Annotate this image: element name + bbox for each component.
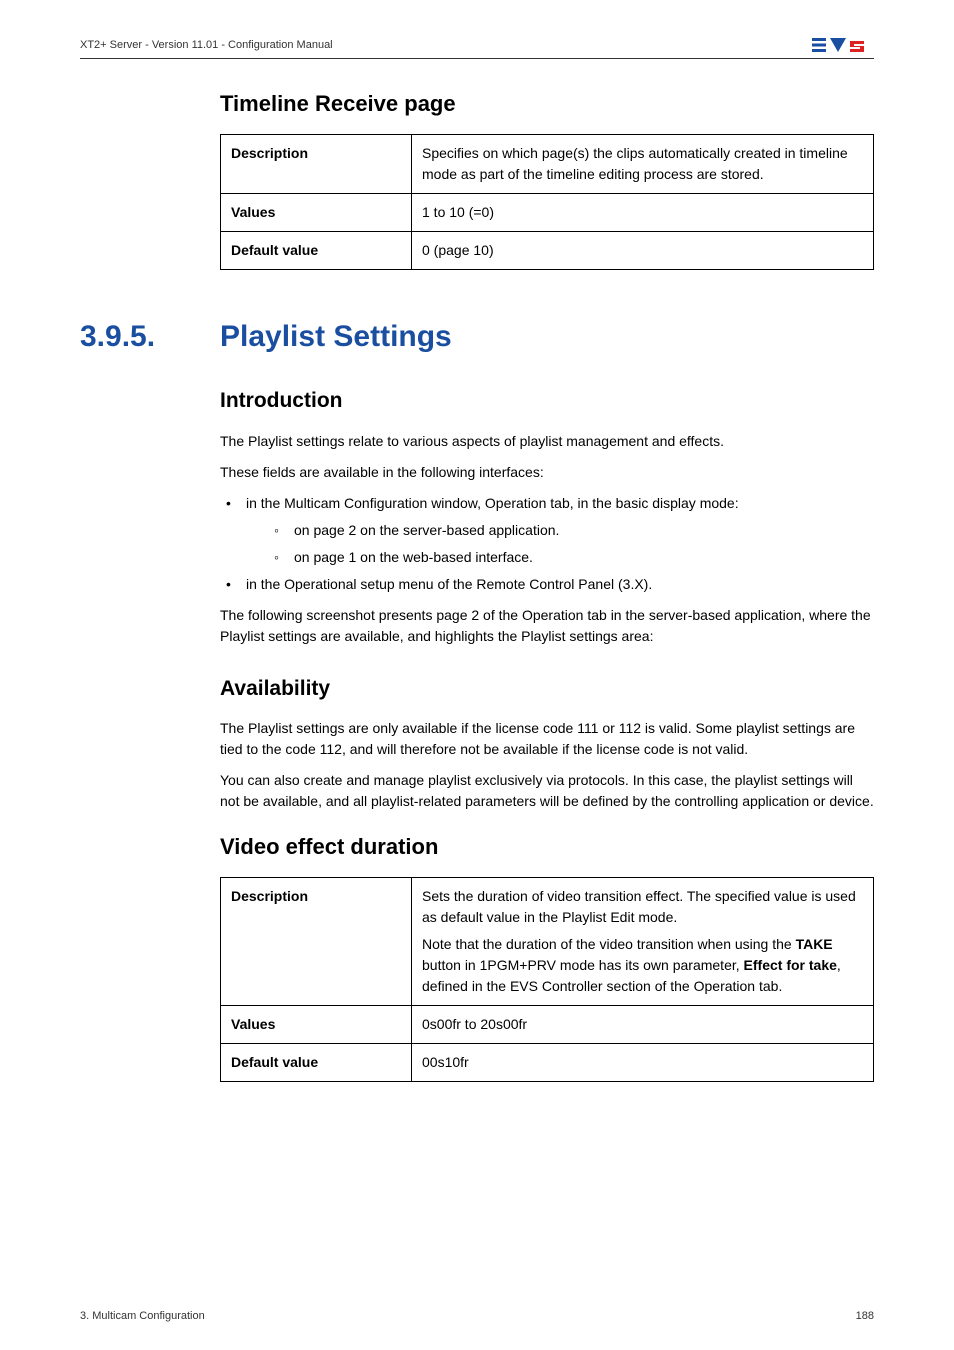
table-key: Values (221, 1006, 412, 1044)
table-row: Default value 0 (page 10) (221, 232, 874, 270)
table-row: Values 0s00fr to 20s00fr (221, 1006, 874, 1044)
availability-paragraph: You can also create and manage playlist … (220, 770, 874, 812)
table-value: Sets the duration of video transition ef… (412, 878, 874, 1006)
table-key: Default value (221, 232, 412, 270)
table-value: 1 to 10 (=0) (412, 194, 874, 232)
table-value: 00s10fr (412, 1044, 874, 1082)
section-title: Playlist Settings (220, 314, 452, 359)
desc-text: button in 1PGM+PRV mode has its own para… (422, 957, 744, 973)
availability-heading: Availability (220, 673, 874, 705)
availability-paragraph: The Playlist settings are only available… (220, 718, 874, 760)
video-effect-duration-heading: Video effect duration (220, 830, 874, 863)
table-row: Default value 00s10fr (221, 1044, 874, 1082)
footer-section: 3. Multicam Configuration (80, 1308, 205, 1325)
desc-bold-effect: Effect for take (744, 957, 837, 973)
list-item: on page 2 on the server-based applicatio… (246, 520, 874, 541)
timeline-receive-heading: Timeline Receive page (220, 87, 874, 120)
table-key: Default value (221, 1044, 412, 1082)
table-key: Description (221, 135, 412, 194)
table-value: Specifies on which page(s) the clips aut… (412, 135, 874, 194)
desc-line: Note that the duration of the video tran… (422, 934, 863, 997)
page-header: XT2+ Server - Version 11.01 - Configurat… (80, 36, 874, 59)
evs-logo (812, 36, 874, 54)
intro-bullet-list: in the Multicam Configuration window, Op… (220, 493, 874, 595)
timeline-receive-table: Description Specifies on which page(s) t… (220, 134, 874, 270)
footer-page-number: 188 (856, 1308, 874, 1325)
desc-bold-take: TAKE (796, 936, 833, 952)
list-item-text: in the Multicam Configuration window, Op… (246, 495, 739, 511)
intro-paragraph: The Playlist settings relate to various … (220, 431, 874, 452)
intro-paragraph: The following screenshot presents page 2… (220, 605, 874, 647)
table-value: 0s00fr to 20s00fr (412, 1006, 874, 1044)
intro-paragraph: These fields are available in the follow… (220, 462, 874, 483)
video-effect-duration-table: Description Sets the duration of video t… (220, 877, 874, 1082)
playlist-settings-section-header: 3.9.5. Playlist Settings (80, 314, 874, 359)
table-row: Description Sets the duration of video t… (221, 878, 874, 1006)
introduction-heading: Introduction (220, 385, 874, 417)
table-key: Description (221, 878, 412, 1006)
list-item: on page 1 on the web-based interface. (246, 547, 874, 568)
table-key: Values (221, 194, 412, 232)
list-item: in the Multicam Configuration window, Op… (220, 493, 874, 568)
section-number: 3.9.5. (80, 314, 220, 359)
desc-text: Note that the duration of the video tran… (422, 936, 796, 952)
table-value: 0 (page 10) (412, 232, 874, 270)
table-row: Values 1 to 10 (=0) (221, 194, 874, 232)
table-row: Description Specifies on which page(s) t… (221, 135, 874, 194)
desc-line: Sets the duration of video transition ef… (422, 886, 863, 928)
header-product-text: XT2+ Server - Version 11.01 - Configurat… (80, 37, 333, 54)
page-footer: 3. Multicam Configuration 188 (80, 1308, 874, 1325)
intro-sub-list: on page 2 on the server-based applicatio… (246, 520, 874, 568)
list-item: in the Operational setup menu of the Rem… (220, 574, 874, 595)
